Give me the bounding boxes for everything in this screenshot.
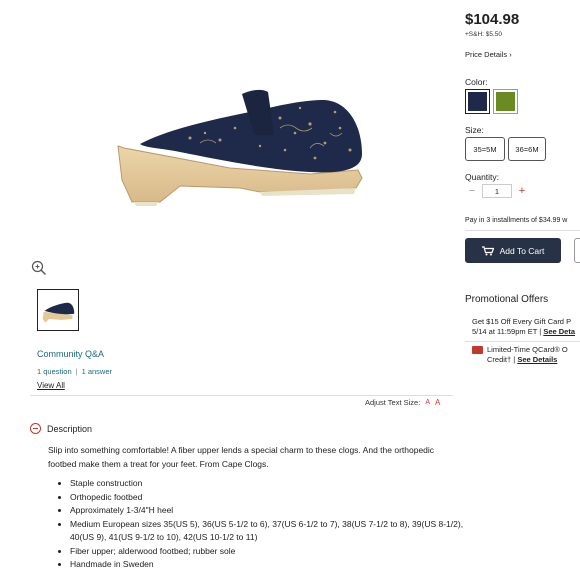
- description-text: Slip into something comfortable! A fiber…: [48, 445, 435, 469]
- color-swatch-navy[interactable]: [465, 89, 490, 114]
- collapse-icon: [30, 423, 41, 434]
- minus-icon[interactable]: −: [465, 184, 479, 198]
- price-details-label: Price Details: [465, 50, 508, 59]
- list-item: Medium European sizes 35(US 5), 36(US 5-…: [70, 518, 476, 545]
- promo-line: 5/14 at 11:59pm ET |: [472, 327, 542, 336]
- description-heading: Description: [47, 423, 93, 434]
- text-size-small-button[interactable]: A: [425, 399, 430, 406]
- credit-card-icon: [472, 346, 483, 354]
- promo-line: Get $15 Off Every Gift Card P: [472, 317, 572, 326]
- promo-line: Credit† |: [487, 355, 516, 364]
- description-bullets: Staple construction Orthopedic footbed A…: [56, 477, 476, 572]
- plus-icon[interactable]: +: [515, 184, 529, 198]
- zoom-icon[interactable]: [31, 260, 47, 276]
- promo-line: Limited-Time QCard® O: [487, 345, 568, 354]
- shipping-handling: +S&H: $5.50: [465, 31, 503, 38]
- promo-line-2: 5/14 at 11:59pm ET | See Deta: [472, 327, 575, 337]
- promo-title: Promotional Offers: [465, 294, 549, 305]
- see-details-link[interactable]: See Deta: [543, 327, 575, 336]
- color-swatch-green[interactable]: [493, 89, 518, 114]
- text-size-large-button[interactable]: A: [435, 398, 440, 407]
- list-item: Fiber upper; alderwood footbed; rubber s…: [70, 545, 476, 559]
- quantity-label: Quantity:: [465, 172, 500, 182]
- divider: [30, 395, 453, 396]
- size-label: Size:: [465, 125, 484, 135]
- list-item: Staple construction: [70, 477, 476, 491]
- size-option[interactable]: 35=5M: [465, 137, 505, 161]
- swatch-fill: [496, 92, 515, 111]
- adjust-text-label: Adjust Text Size:: [365, 398, 421, 407]
- product-thumbnail[interactable]: [37, 289, 79, 331]
- swatch-fill: [468, 92, 487, 111]
- chevron-right-icon: ›: [509, 50, 512, 59]
- qa-links: 1 question | 1 answer: [37, 367, 112, 376]
- list-item: Orthopedic footbed: [70, 491, 476, 505]
- questions-link[interactable]: 1 question: [37, 367, 72, 376]
- list-item: Handmade in Sweden: [70, 558, 476, 572]
- cart-icon: [481, 245, 494, 255]
- divider: [465, 230, 580, 231]
- product-image[interactable]: [110, 88, 370, 206]
- secondary-action-button[interactable]: [574, 238, 580, 263]
- qa-separator: |: [75, 367, 78, 376]
- description-toggle[interactable]: Description: [30, 423, 92, 434]
- promo-line-2: Credit† | See Details: [487, 355, 568, 365]
- installments-text: Pay in 3 installments of $34.99 w: [465, 217, 568, 224]
- adjust-text-size: Adjust Text Size: A A: [365, 398, 440, 407]
- answers-link[interactable]: 1 answer: [82, 367, 112, 376]
- quantity-input[interactable]: 1: [482, 184, 512, 198]
- add-to-cart-label: Add To Cart: [499, 245, 545, 256]
- promo-offer-gift-card: Get $15 Off Every Gift Card P 5/14 at 11…: [472, 317, 575, 337]
- color-label: Color:: [465, 77, 488, 87]
- see-details-link[interactable]: See Details: [517, 355, 557, 364]
- view-all-link[interactable]: View All: [37, 381, 65, 390]
- community-qa-title[interactable]: Community Q&A: [37, 349, 104, 359]
- divider: [465, 341, 580, 342]
- list-item: Approximately 1-3/4"H heel: [70, 504, 476, 518]
- price-details-link[interactable]: Price Details ›: [465, 50, 512, 59]
- add-to-cart-button[interactable]: Add To Cart: [465, 238, 561, 263]
- price: $104.98: [465, 11, 520, 28]
- quantity-stepper: − 1 +: [465, 184, 529, 198]
- promo-offer-qcard: Limited-Time QCard® O Credit† | See Deta…: [487, 345, 568, 365]
- size-option[interactable]: 36=6M: [508, 137, 546, 161]
